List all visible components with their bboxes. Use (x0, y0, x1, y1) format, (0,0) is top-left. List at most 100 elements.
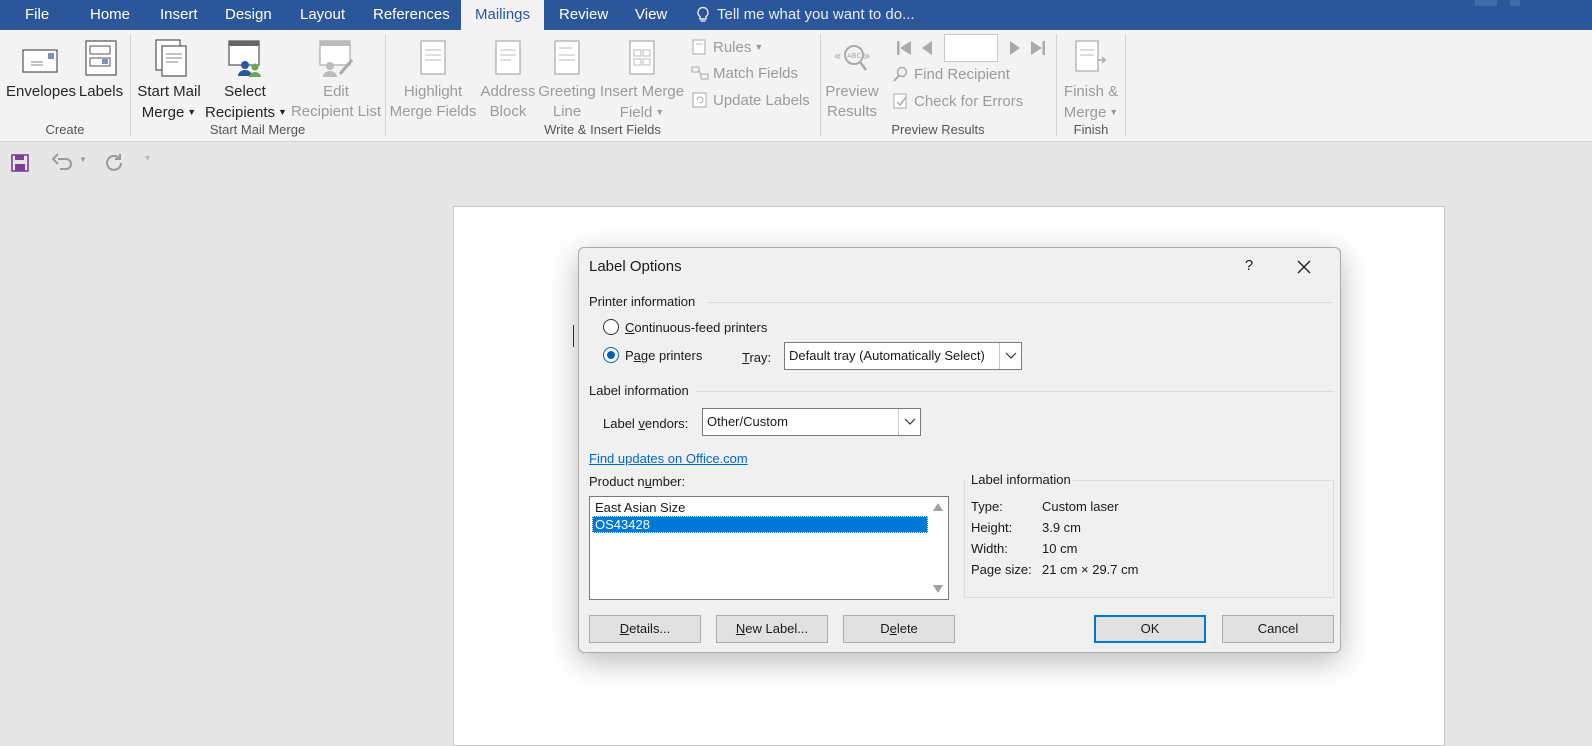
tab-references[interactable]: References (373, 0, 450, 30)
label-vendors-dropdown[interactable]: Other/Custom (702, 408, 921, 436)
edit-recipient-list-button[interactable]: Edit Recipient List (288, 38, 384, 122)
highlight-merge-fields-button[interactable]: Highlight Merge Fields (388, 38, 478, 122)
tab-home[interactable]: Home (90, 0, 130, 30)
chevron-down-icon[interactable] (999, 343, 1021, 369)
preview-results-label-1: Preview (825, 83, 879, 100)
tab-layout[interactable]: Layout (300, 0, 345, 30)
access-key: a (633, 348, 641, 363)
rules-button[interactable]: Rules ▼ (691, 36, 763, 58)
group-preview-results-label: Preview Results (891, 122, 985, 137)
label-information-box (964, 480, 1334, 598)
group-separator (1056, 34, 1057, 136)
greeting-line-label-1: Greeting (538, 83, 596, 100)
select-recipients-label-1: Select (224, 83, 266, 100)
group-create-label: Create (45, 122, 85, 137)
check-for-errors-label: Check for Errors (914, 93, 1024, 110)
width-label: Width: (971, 541, 1008, 556)
access-key: D (619, 621, 630, 636)
product-number-text: mber: (651, 474, 686, 489)
page-size-value: 21 cm × 29.7 cm (1042, 562, 1139, 577)
window-control (1475, 0, 1497, 6)
last-record-icon[interactable] (1028, 38, 1048, 58)
labels-button[interactable]: Labels (78, 38, 124, 102)
group-separator (385, 34, 386, 136)
group-finish-label: Finish (1073, 122, 1109, 137)
select-recipients-button[interactable]: Select Recipients ▼ (205, 38, 287, 123)
insert-merge-field-button[interactable]: Insert Merge Field ▼ (598, 38, 686, 123)
tab-design[interactable]: Design (225, 0, 272, 30)
envelopes-label: Envelopes (6, 83, 77, 100)
svg-text:ABC: ABC (847, 52, 861, 60)
update-labels-button[interactable]: Update Labels (691, 90, 810, 112)
group-start-mail-merge-label: Start Mail Merge (209, 122, 306, 137)
save-icon[interactable] (11, 154, 29, 172)
text-cursor (573, 325, 574, 347)
width-value: 10 cm (1042, 541, 1078, 556)
scroll-up-icon[interactable] (933, 503, 943, 511)
preview-results-button[interactable]: « ABC » Preview Results (822, 38, 882, 122)
customize-toolbar-icon[interactable]: ▾ (145, 153, 150, 164)
check-for-errors-button[interactable]: Check for Errors (892, 91, 1023, 113)
scroll-down-icon[interactable] (933, 585, 943, 593)
product-number-label: Product number: (589, 474, 685, 489)
label-information-heading: Label information (589, 383, 689, 398)
finish-and-merge-button[interactable]: Finish & Merge ▼ (1058, 38, 1124, 123)
tab-view[interactable]: View (635, 0, 667, 30)
details-button[interactable]: Details... (589, 615, 701, 643)
first-record-icon[interactable] (894, 38, 914, 58)
dialog-title: Label Options (589, 258, 682, 275)
next-record-icon[interactable] (1004, 38, 1024, 58)
delete-label: lete (896, 621, 918, 636)
start-mail-merge-icon (155, 39, 187, 77)
list-item[interactable]: East Asian Size (592, 499, 928, 516)
group-separator (1125, 34, 1126, 136)
tab-insert[interactable]: Insert (160, 0, 198, 30)
radio-checked[interactable] (603, 347, 619, 363)
tell-me-search[interactable]: Tell me what you want to do... (695, 0, 915, 30)
product-number-text: Product n (589, 474, 645, 489)
radio-unchecked[interactable] (603, 319, 619, 335)
start-mail-merge-button[interactable]: Start Mail Merge ▼ (133, 38, 205, 123)
page-printers-radio[interactable]: Page printers (603, 347, 702, 363)
group-write-insert-label: Write & Insert Fields (544, 122, 661, 137)
envelopes-button[interactable]: Envelopes (6, 38, 77, 102)
help-button[interactable]: ? (1237, 254, 1261, 278)
tab-mailings[interactable]: Mailings (461, 0, 544, 30)
list-scrollbar[interactable] (928, 497, 948, 599)
new-label-label: ew Label... (745, 621, 809, 636)
redo-icon[interactable] (104, 153, 124, 173)
access-key: u (644, 474, 652, 489)
page-printers-label: ge printers (640, 348, 703, 363)
insert-merge-field-icon (629, 40, 655, 75)
cancel-button[interactable]: Cancel (1222, 615, 1334, 643)
undo-dropdown-icon[interactable]: ▼ (79, 155, 87, 164)
address-block-button[interactable]: Address Block (479, 38, 537, 122)
tray-dropdown[interactable]: Default tray (Automatically Select) (784, 342, 1022, 370)
match-fields-button[interactable]: Match Fields (691, 63, 798, 85)
ribbon-tab-bar: File Home Insert Design Layout Reference… (0, 0, 1592, 30)
section-divider (696, 391, 1334, 392)
chevron-down-icon[interactable] (898, 409, 920, 435)
undo-icon[interactable] (52, 153, 74, 173)
highlight-fields-icon (420, 40, 446, 75)
group-separator (130, 34, 131, 136)
continuous-feed-radio[interactable]: Continuous-feed printers (603, 319, 767, 335)
close-button[interactable] (1290, 254, 1318, 280)
list-item-selected[interactable]: OS43428 (592, 516, 928, 533)
match-fields-label: Match Fields (713, 65, 799, 82)
previous-record-icon[interactable] (918, 38, 938, 58)
ok-button[interactable]: OK (1094, 615, 1206, 643)
greeting-line-button[interactable]: Greeting Line (537, 38, 597, 122)
tab-review[interactable]: Review (559, 0, 608, 30)
record-number-input[interactable] (944, 34, 998, 62)
page-size-label: Page size: (971, 562, 1032, 577)
find-recipient-button[interactable]: Find Recipient (892, 64, 1010, 86)
product-number-list[interactable]: East Asian Size OS43428 (589, 496, 949, 600)
delete-button[interactable]: Delete (843, 615, 955, 643)
tray-label: Tray: (742, 350, 771, 365)
new-label-button[interactable]: New Label... (716, 615, 828, 643)
envelope-icon (22, 49, 58, 73)
tab-file[interactable]: File (25, 0, 49, 30)
start-mail-merge-label-2: Merge (141, 104, 185, 121)
find-updates-link[interactable]: Find updates on Office.com (589, 451, 748, 466)
